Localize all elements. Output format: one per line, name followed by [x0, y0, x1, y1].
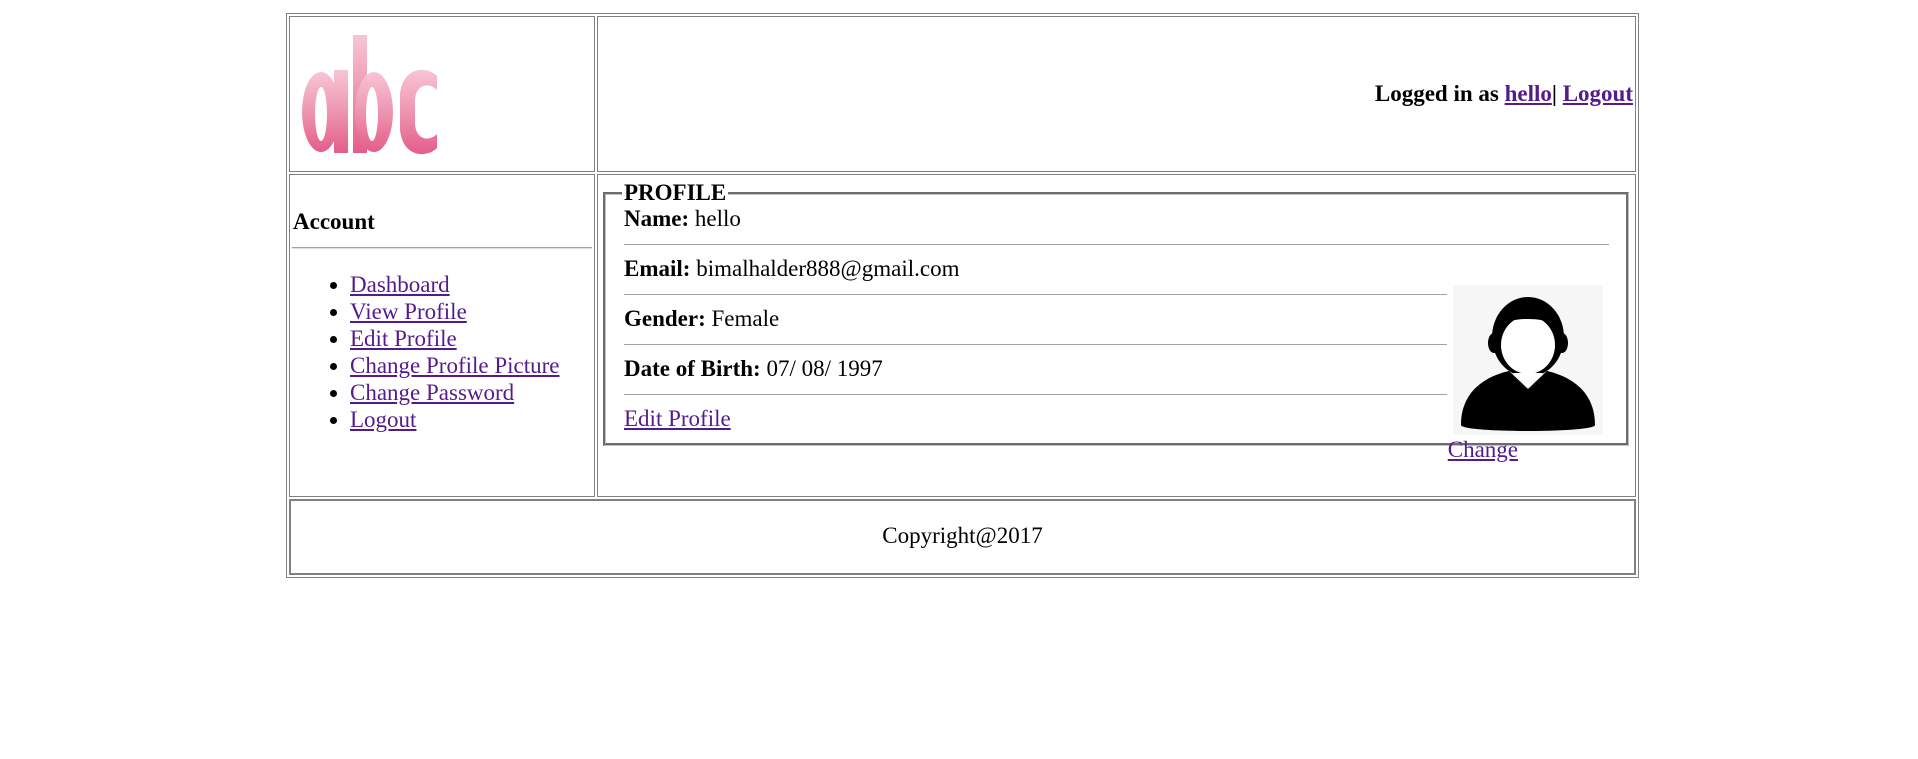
user-info-cell: Logged in as hello| Logout [597, 16, 1636, 172]
main-content: PROFILE Name: hello Email: bimalhalder88… [597, 174, 1636, 497]
logout-link[interactable]: Logout [1563, 81, 1633, 106]
sidebar-item-view-profile: View Profile [350, 298, 594, 325]
gender-row: Gender: Female [624, 295, 1447, 345]
sidebar-item-edit-profile: Edit Profile [350, 325, 594, 352]
view-profile-link[interactable]: View Profile [350, 299, 467, 324]
sidebar-item-change-password: Change Password [350, 379, 594, 406]
name-label: Name: [624, 206, 690, 231]
name-value: hello [694, 206, 741, 231]
abc-logo: abc [299, 32, 437, 155]
separator: | [1551, 81, 1557, 106]
gender-label: Gender: [624, 306, 706, 331]
svg-text:abc: abc [299, 32, 301, 33]
gender-value: Female [711, 306, 780, 331]
sidebar: Account Dashboard View Profile Edit Prof… [289, 174, 595, 497]
dashboard-link[interactable]: Dashboard [350, 272, 450, 297]
dob-value: 07/ 08/ 1997 [766, 356, 883, 381]
email-row: Email: bimalhalder888@gmail.com [624, 245, 1447, 295]
change-picture-button[interactable]: Change [1448, 437, 1518, 462]
logged-in-label: Logged in as [1374, 81, 1499, 106]
footer: Copyright@2017 [290, 500, 1635, 574]
username-link[interactable]: hello [1505, 81, 1552, 106]
logo-cell: abc [289, 16, 595, 172]
user-avatar-icon [1461, 297, 1595, 431]
profile-fieldset: PROFILE Name: hello Email: bimalhalder88… [603, 180, 1629, 462]
sidebar-title: Account [293, 209, 375, 234]
profile-picture [1453, 285, 1603, 435]
copyright-text: Copyright@2017 [882, 523, 1043, 548]
name-row: Name: hello [624, 203, 1609, 245]
layout-table: abc Logged in as hello| Logout Account D… [286, 13, 1639, 578]
sidebar-logout-link[interactable]: Logout [350, 407, 416, 432]
sidebar-item-change-picture: Change Profile Picture [350, 352, 594, 379]
email-label: Email: [624, 256, 691, 281]
email-value: bimalhalder888@gmail.com [696, 256, 960, 281]
dob-row: Date of Birth: 07/ 08/ 1997 [624, 345, 1447, 395]
page: abc Logged in as hello| Logout Account D… [0, 0, 1918, 759]
sidebar-menu: Dashboard View Profile Edit Profile Chan… [290, 271, 594, 433]
sidebar-item-dashboard: Dashboard [350, 271, 594, 298]
dob-label: Date of Birth: [624, 356, 761, 381]
footer-cell: Copyright@2017 [289, 499, 1636, 575]
change-password-link[interactable]: Change Password [350, 380, 514, 405]
profile-legend: PROFILE [624, 180, 727, 205]
edit-profile-link[interactable]: Edit Profile [350, 326, 457, 351]
sidebar-divider [292, 247, 592, 249]
change-profile-picture-link[interactable]: Change Profile Picture [350, 353, 560, 378]
edit-profile-button[interactable]: Edit Profile [624, 406, 731, 431]
sidebar-item-logout: Logout [350, 406, 594, 433]
change-picture-row: Change [1448, 436, 1518, 463]
